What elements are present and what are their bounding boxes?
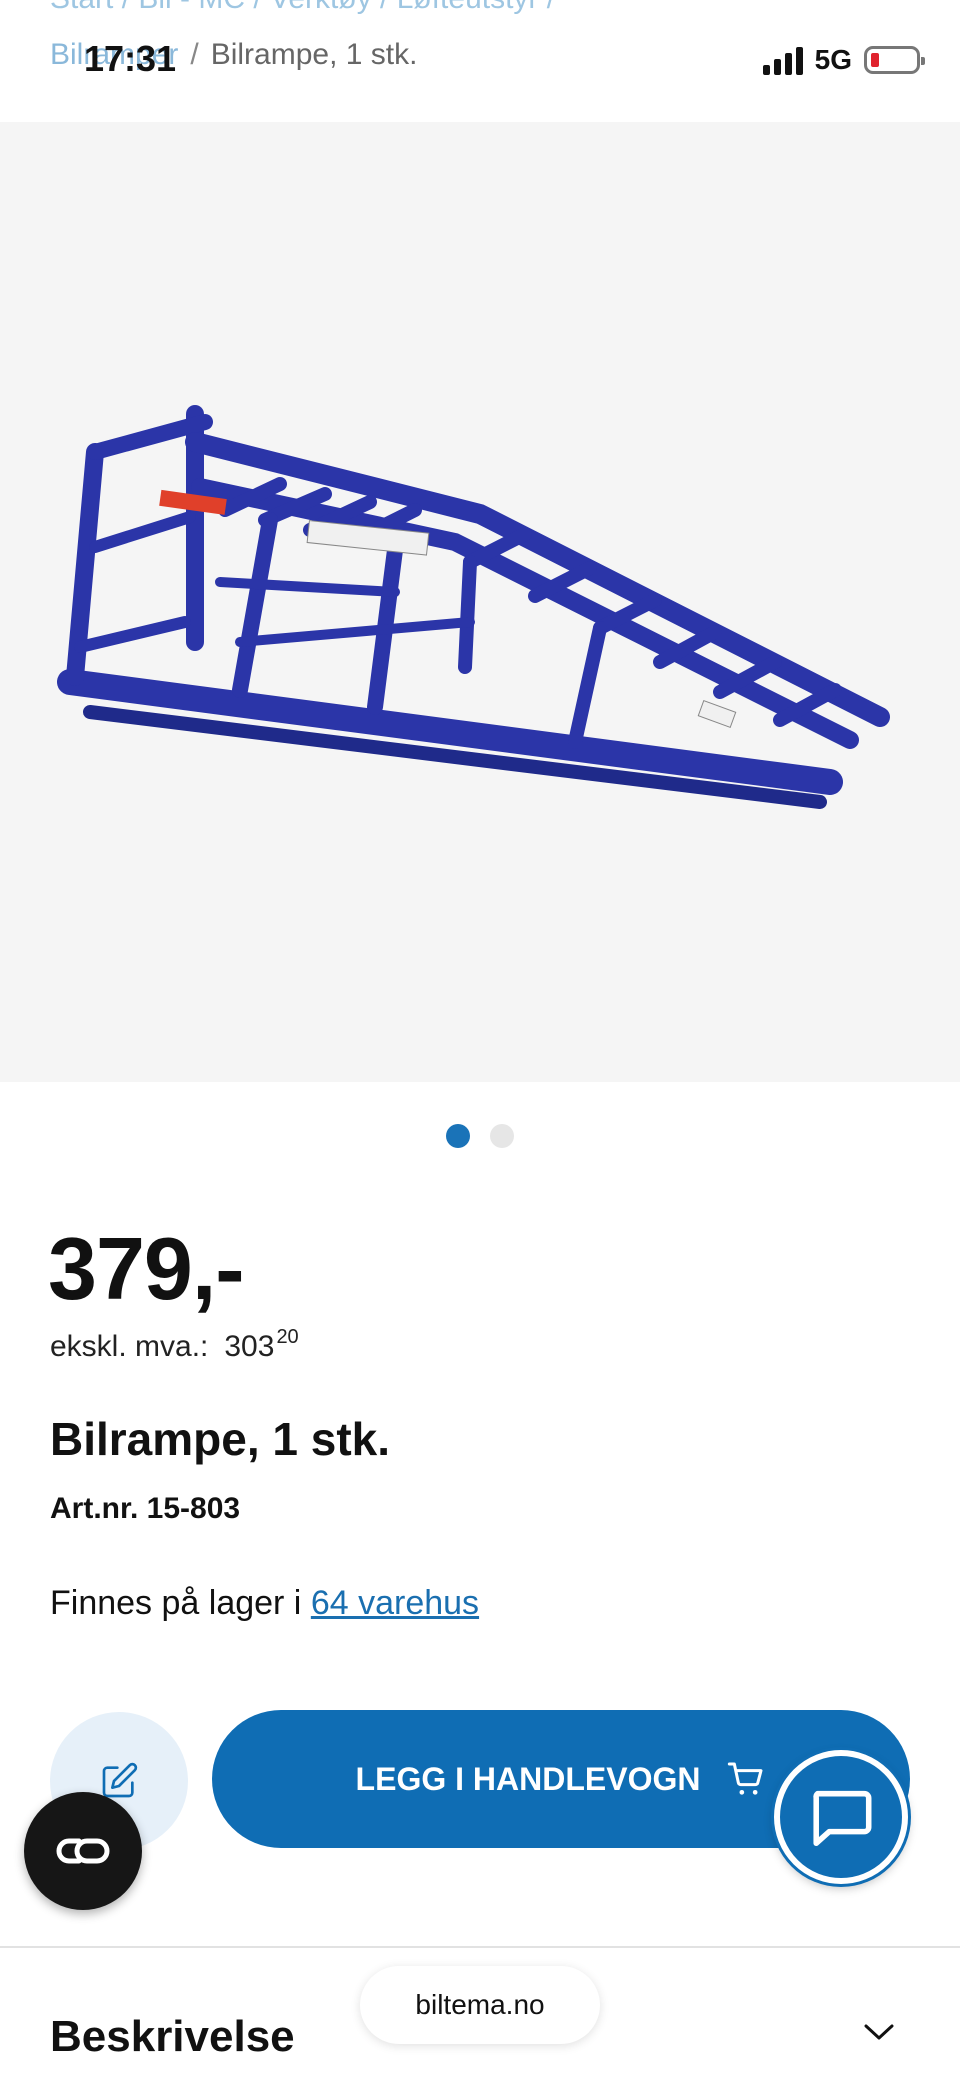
- product-price: 379,-: [48, 1219, 245, 1318]
- breadcrumb-scrolled: Start / Bil - MC / Verktøy / Løfteutstyr…: [50, 0, 555, 16]
- stock-stores-link[interactable]: 64 varehus: [311, 1584, 479, 1622]
- status-indicators: 5G: [762, 44, 925, 76]
- co-logo-icon: [56, 1838, 110, 1864]
- gallery-dot-1[interactable]: [446, 1124, 470, 1148]
- breadcrumb-separator: /: [190, 38, 199, 71]
- excl-vat-value: 303: [224, 1330, 275, 1363]
- car-ramp-image: [57, 405, 890, 809]
- status-time: 17:31: [84, 38, 177, 79]
- chat-bubble-icon: [813, 1790, 872, 1847]
- gallery-pagination: [0, 1124, 960, 1148]
- stock-availability: Finnes på lager i 64 varehus: [50, 1584, 479, 1623]
- article-number: Art.nr. 15-803: [50, 1492, 241, 1525]
- chevron-down-icon[interactable]: [862, 2020, 896, 2044]
- stock-prefix: Finnes på lager i: [50, 1584, 302, 1622]
- battery-icon: [864, 46, 925, 74]
- breadcrumb-current: Bilrampe, 1 stk.: [210, 38, 418, 71]
- top-bar: Start / Bil - MC / Verktøy / Løfteutstyr…: [0, 0, 960, 122]
- excl-vat-decimals: 20: [276, 1326, 299, 1348]
- product-title: Bilrampe, 1 stk.: [50, 1413, 391, 1465]
- section-divider: [0, 1946, 960, 1948]
- cart-icon: [728, 1762, 763, 1795]
- signal-icon: [762, 45, 803, 75]
- chat-button[interactable]: [774, 1750, 908, 1884]
- co-assistant-button[interactable]: [24, 1792, 142, 1910]
- gallery-dot-2[interactable]: [490, 1124, 514, 1148]
- browser-url-bar[interactable]: biltema.no: [360, 1966, 600, 2044]
- description-heading[interactable]: Beskrivelse: [50, 2012, 295, 2062]
- edit-note-icon: [102, 1762, 138, 1798]
- price-excl-vat: ekskl. mva.: 303 20: [50, 1326, 299, 1364]
- network-type: 5G: [814, 44, 852, 75]
- product-image-gallery[interactable]: [0, 122, 960, 1082]
- add-to-cart-label: LEGG I HANDLEVOGN: [355, 1760, 701, 1797]
- excl-vat-label: ekskl. mva.:: [50, 1330, 209, 1363]
